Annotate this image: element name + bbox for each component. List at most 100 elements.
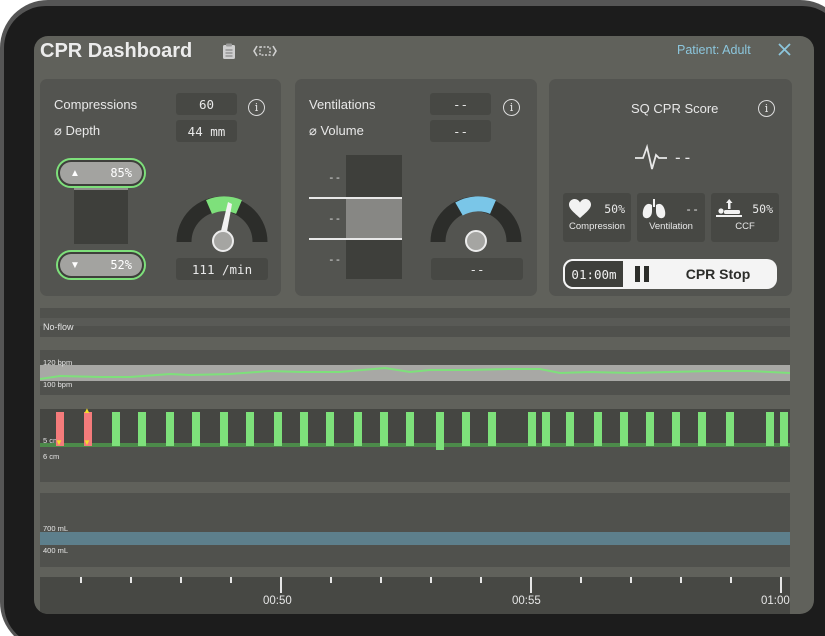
compression-bar [566,412,574,446]
compression-bar [354,412,362,446]
time-label-0050: 00:50 [263,595,292,607]
heart-rate-track: 120 bpm 100 bpm [40,350,790,395]
time-label-0100: 01:00 [761,595,790,607]
compression-bar [300,412,308,446]
compression-bar [542,412,550,446]
info-icon[interactable]: i [503,99,520,116]
up-arrow-icon: ▲ [70,167,80,179]
upper-percent: 85% [110,166,132,180]
ventilations-panel: Ventilations -- i ⌀ Volume -- -- -- -- -… [295,79,537,296]
compression-bar [698,412,706,446]
compression-bar [326,412,334,446]
time-tick [780,577,782,593]
volume-scale-bottom: -- [328,253,342,266]
score-card-compression: 50% Compression [563,193,631,242]
time-tick [330,577,332,583]
ccf-caption: CCF [735,221,755,232]
cpr-stop-button[interactable]: CPR Stop [663,266,773,282]
depth-value: 44 mm [176,120,237,142]
compression-bar [528,412,536,446]
down-arrow-icon: ▼ [70,259,80,271]
compressions-count: 60 [176,93,237,115]
score-value: -- [673,148,693,167]
volume-value: -- [430,120,491,142]
compression-rate: 111 /min [176,258,268,280]
volume-scale-mid: -- [328,212,342,225]
compression-bar [726,412,734,446]
cpr-control-bar[interactable]: 01:00m CPR Stop [563,259,777,289]
compression-bars: ▼ ▲ ▼ [40,407,790,454]
compression-bar [646,412,654,446]
ccf-score: 50% [752,202,773,216]
time-tick [680,577,682,583]
compression-bar [406,412,414,446]
depth-warning-arrow-icon: ▼ [83,438,91,447]
compression-score: 50% [604,202,625,216]
pause-icon[interactable] [635,266,649,282]
volume-target-band [40,532,790,545]
volume-gauge [428,187,524,257]
time-label-0055: 00:55 [512,595,541,607]
vol-low-label: 400 mL [43,546,69,555]
ventilation-volume-track: 700 mL 400 mL [40,493,790,567]
compression-bar [488,412,496,446]
compression-bar [766,412,774,446]
time-tick [630,577,632,583]
info-icon[interactable]: i [758,100,775,117]
depth-warning-arrow-icon: ▼ [55,438,63,447]
time-tick [480,577,482,583]
lower-depth-pill: ▼ 52% [56,250,146,280]
compression-bar [380,412,388,446]
compression-bar [246,412,254,446]
volume-lower-line [309,238,402,240]
patient-type[interactable]: Patient: Adult [677,43,751,57]
compression-depth-track: 5 cm 6 cm ▼ ▲ ▼ [40,407,790,482]
info-icon[interactable]: i [248,99,265,116]
time-tick [280,577,282,593]
ventilations-count: -- [430,93,491,115]
close-icon[interactable] [777,42,792,62]
compressions-label: Compressions [54,97,138,112]
compression-bar [274,412,282,446]
volume-upper-line [309,197,402,199]
vol-high-label: 700 mL [43,524,69,533]
compression-bar [780,412,788,446]
compression-bar [112,412,120,446]
compression-bar [436,412,444,450]
expand-brackets-icon[interactable] [252,44,278,63]
pulse-wave-icon [635,143,667,176]
score-card-ccf: 50% CCF [711,193,779,242]
noflow-track: No-flow [40,308,790,337]
compression-caption: Compression [569,221,625,232]
time-tick [230,577,232,583]
lower-percent: 52% [110,258,132,272]
score-card-ventilation: -- Ventilation [637,193,705,242]
depth-label: ⌀ Depth [54,123,101,138]
ventilation-score: -- [685,202,699,216]
time-tick [80,577,82,583]
depth-bar [74,184,128,244]
ventilation-caption: Ventilation [649,221,693,232]
time-tick [530,577,532,593]
compressions-panel: Compressions 60 i ⌀ Depth 44 mm ▲ 85% ▼ … [40,79,281,296]
upper-depth-pill: ▲ 85% [56,158,146,188]
volume-label: ⌀ Volume [309,123,364,138]
compression-bar [166,412,174,446]
time-tick [130,577,132,583]
cpr-timer: 01:00m [563,259,625,289]
compression-bar [672,412,680,446]
clipboard-icon[interactable] [222,43,236,65]
noflow-band [40,318,790,326]
time-tick [580,577,582,583]
volume-scale-top: -- [328,171,342,184]
score-panel: SQ CPR Score i -- 50% Compression -- Ven… [549,79,792,296]
compression-bar [192,412,200,446]
volume-gauge-value: -- [431,258,523,280]
app-screen: CPR Dashboard Patient: Adult Compression… [34,36,814,614]
heart-rate-line [40,366,790,380]
time-axis: 00:50 00:55 01:00 [40,577,790,614]
page-title: CPR Dashboard [40,40,193,62]
compression-bar [462,412,470,446]
compression-bar [138,412,146,446]
time-ticks [40,577,790,597]
